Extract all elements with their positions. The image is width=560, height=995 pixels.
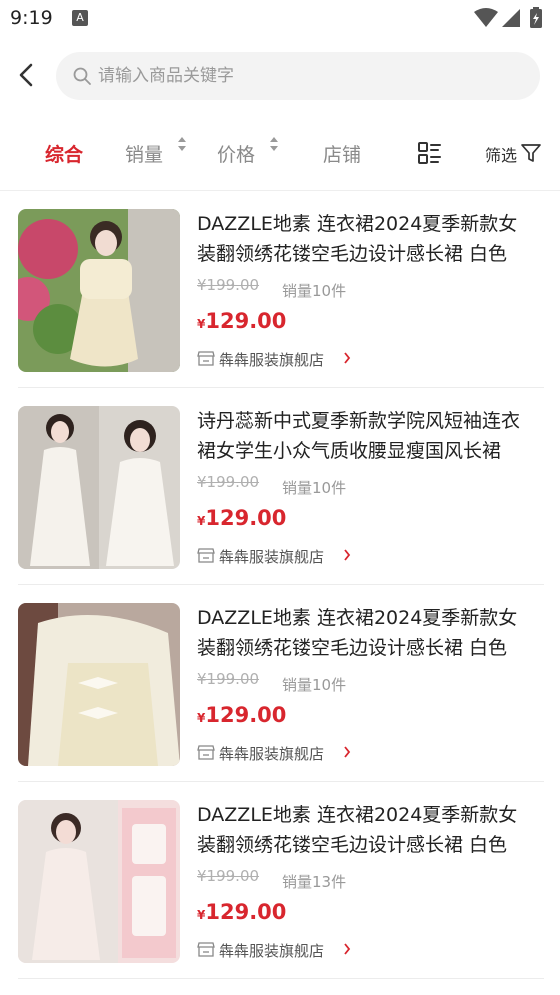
product-card[interactable]: DAZZLE地素 连衣裙2024夏季新款女装翻领绣花镂空毛边设计感长裙 白色 ¥…	[0, 782, 560, 979]
price: ¥129.00	[197, 703, 286, 727]
sort-arrows-icon	[178, 137, 186, 151]
tab-sales[interactable]: 销量	[125, 140, 163, 167]
back-arrow-icon[interactable]	[14, 62, 40, 88]
sales-count: 销量13件	[282, 873, 347, 891]
product-image	[18, 209, 180, 372]
price-value: 129.00	[205, 506, 287, 530]
store-icon	[197, 745, 215, 760]
store-icon	[197, 548, 215, 563]
chevron-right-icon	[344, 746, 351, 758]
search-icon	[73, 67, 91, 85]
search-input[interactable]	[98, 52, 528, 100]
store-icon	[197, 351, 215, 366]
price: ¥129.00	[197, 506, 286, 530]
sales-count: 销量10件	[282, 282, 347, 300]
shop-name: 犇犇服装旗舰店	[219, 351, 325, 369]
filter-button[interactable]: 筛选	[485, 142, 517, 166]
product-card[interactable]: DAZZLE地素 连衣裙2024夏季新款女装翻领绣花镂空毛边设计感长裙 白色 ¥…	[0, 191, 560, 388]
sales-count: 销量10件	[282, 676, 347, 694]
chevron-right-icon	[344, 352, 351, 364]
tab-comprehensive[interactable]: 综合	[45, 140, 83, 167]
shop-name: 犇犇服装旗舰店	[219, 942, 325, 960]
product-title: 诗丹蕊新中式夏季新款学院风短袖连衣裙女学生小众气质收腰显瘦国风长裙	[197, 410, 521, 462]
sales-count: 销量10件	[282, 479, 347, 497]
status-time: 9:19	[10, 7, 53, 29]
search-box[interactable]	[56, 52, 540, 100]
tab-shop[interactable]: 店铺	[323, 140, 361, 167]
tab-price-label: 价格	[217, 144, 256, 166]
product-title: DAZZLE地素 连衣裙2024夏季新款女装翻领绣花镂空毛边设计感长裙 白色	[197, 804, 518, 856]
chevron-right-icon	[344, 549, 351, 561]
product-card[interactable]: 诗丹蕊新中式夏季新款学院风短袖连衣裙女学生小众气质收腰显瘦国风长裙 ¥199.0…	[0, 388, 560, 585]
chevron-right-icon	[344, 943, 351, 955]
original-price: ¥199.00	[197, 276, 260, 294]
signal-wifi-battery-icon	[474, 7, 542, 28]
original-price: ¥199.00	[197, 670, 260, 688]
shop-name: 犇犇服装旗舰店	[219, 745, 325, 763]
filter-icon[interactable]	[520, 142, 542, 164]
price: ¥129.00	[197, 309, 286, 333]
price-value: 129.00	[205, 309, 287, 333]
price-value: 129.00	[205, 900, 287, 924]
price-value: 129.00	[205, 703, 287, 727]
price: ¥129.00	[197, 900, 286, 924]
tab-sales-label: 销量	[125, 144, 164, 166]
product-image	[18, 406, 180, 569]
sort-bar: 综合 销量 价格 店铺 筛选	[0, 130, 560, 178]
original-price: ¥199.00	[197, 867, 260, 885]
divider	[18, 978, 544, 979]
status-bar: 9:19 A	[0, 0, 560, 38]
tab-price[interactable]: 价格	[217, 140, 255, 167]
sort-arrows-icon	[270, 137, 278, 151]
shop-name: 犇犇服装旗舰店	[219, 548, 325, 566]
store-icon	[197, 942, 215, 957]
search-header	[0, 50, 560, 102]
product-image	[18, 800, 180, 963]
product-title: DAZZLE地素 连衣裙2024夏季新款女装翻领绣花镂空毛边设计感长裙 白色	[197, 213, 518, 265]
product-title: DAZZLE地素 连衣裙2024夏季新款女装翻领绣花镂空毛边设计感长裙 白色	[197, 607, 518, 659]
a-icon: A	[72, 10, 88, 26]
original-price: ¥199.00	[197, 473, 260, 491]
product-image	[18, 603, 180, 766]
list-layout-icon[interactable]	[416, 140, 442, 166]
product-card[interactable]: DAZZLE地素 连衣裙2024夏季新款女装翻领绣花镂空毛边设计感长裙 白色 ¥…	[0, 585, 560, 782]
